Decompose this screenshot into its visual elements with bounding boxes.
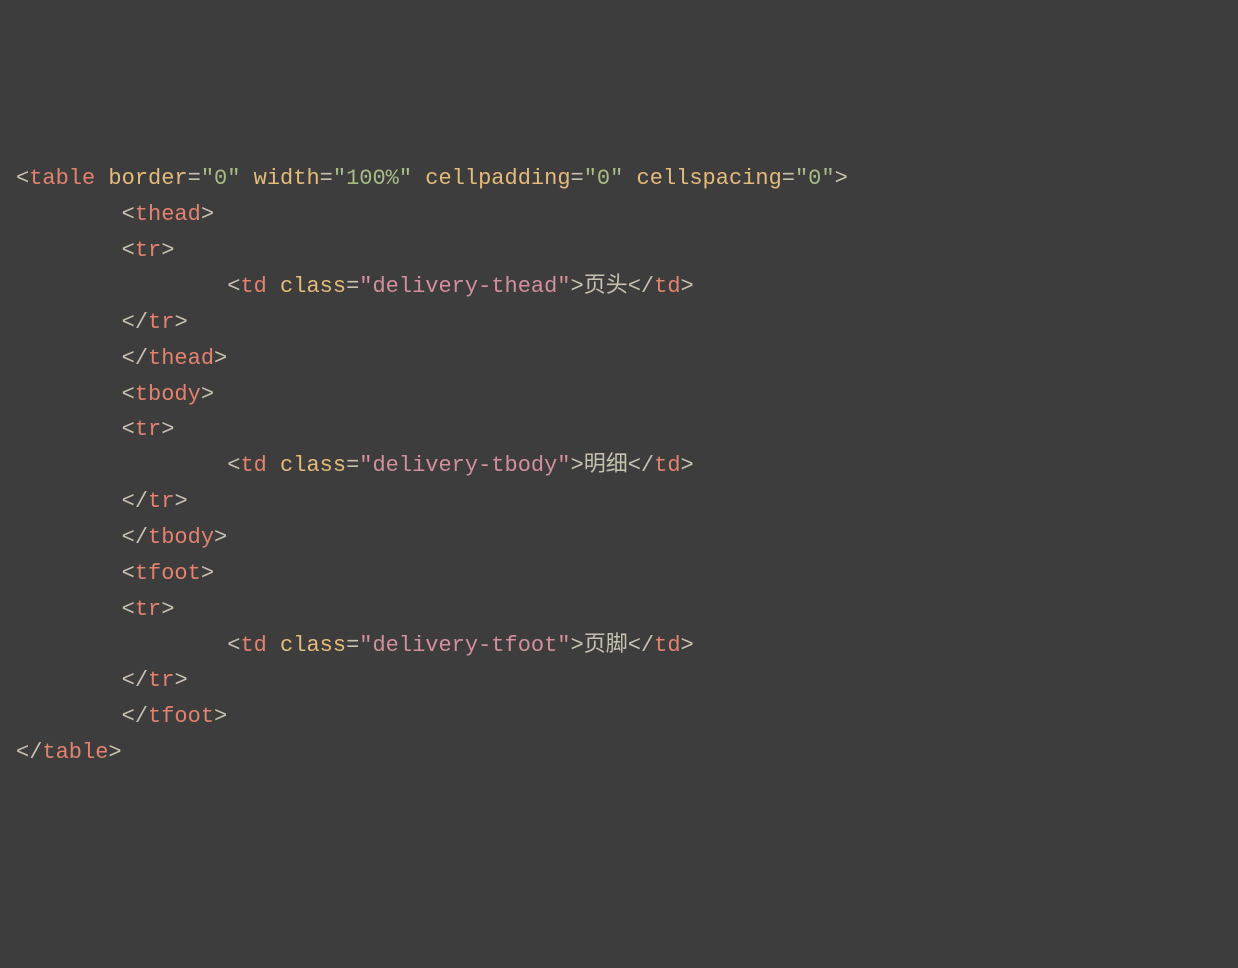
code-token-punct: = bbox=[346, 274, 359, 299]
code-line: <tr> bbox=[16, 592, 1222, 628]
code-token-tag: tfoot bbox=[148, 704, 214, 729]
code-line: <tbody> bbox=[16, 377, 1222, 413]
code-line: </table> bbox=[16, 735, 1222, 771]
code-token-punct: > bbox=[201, 561, 214, 586]
code-token-punct: < bbox=[122, 597, 135, 622]
code-token-punct: </ bbox=[122, 310, 148, 335]
code-token-tag: td bbox=[654, 453, 680, 478]
code-token-class-value: "delivery-thead" bbox=[359, 274, 570, 299]
code-token-tag: tfoot bbox=[135, 561, 201, 586]
code-token-tag: tbody bbox=[135, 382, 201, 407]
code-token-attr-name: class bbox=[280, 274, 346, 299]
code-line: </tr> bbox=[16, 305, 1222, 341]
code-token-punct: < bbox=[122, 238, 135, 263]
code-token-punct: > bbox=[201, 202, 214, 227]
code-line: <tfoot> bbox=[16, 556, 1222, 592]
code-token-punct bbox=[412, 166, 425, 191]
code-line: <tr> bbox=[16, 233, 1222, 269]
code-token-text-content: 明细 bbox=[584, 453, 628, 478]
code-token-tag: table bbox=[29, 166, 95, 191]
code-token-punct: </ bbox=[628, 453, 654, 478]
code-token-punct: = bbox=[782, 166, 795, 191]
code-line: <tr> bbox=[16, 412, 1222, 448]
code-token-punct: > bbox=[835, 166, 848, 191]
code-token-punct: > bbox=[214, 525, 227, 550]
code-token-tag: td bbox=[654, 274, 680, 299]
code-token-punct: </ bbox=[122, 346, 148, 371]
code-line: <thead> bbox=[16, 197, 1222, 233]
code-token-tag: table bbox=[42, 740, 108, 765]
code-token-punct bbox=[623, 166, 636, 191]
code-token-punct: = bbox=[320, 166, 333, 191]
code-token-tag: thead bbox=[148, 346, 214, 371]
code-token-attr-value: "0" bbox=[795, 166, 835, 191]
code-token-tag: tr bbox=[135, 238, 161, 263]
code-token-punct bbox=[95, 166, 108, 191]
code-token-punct: > bbox=[201, 382, 214, 407]
code-token-punct: </ bbox=[122, 668, 148, 693]
code-line: </tr> bbox=[16, 484, 1222, 520]
code-token-text-content: 页头 bbox=[584, 274, 628, 299]
code-token-tag: tr bbox=[135, 417, 161, 442]
code-token-attr-name: cellpadding bbox=[425, 166, 570, 191]
code-token-punct: = bbox=[188, 166, 201, 191]
code-token-punct: </ bbox=[122, 704, 148, 729]
code-token-punct: > bbox=[174, 310, 187, 335]
code-line: <td class="delivery-thead">页头</td> bbox=[16, 269, 1222, 305]
code-token-tag: tr bbox=[148, 489, 174, 514]
code-token-punct: < bbox=[122, 417, 135, 442]
code-token-punct: < bbox=[227, 274, 240, 299]
code-token-tag: thead bbox=[135, 202, 201, 227]
code-token-punct: > bbox=[681, 274, 694, 299]
code-token-tag: tr bbox=[148, 668, 174, 693]
code-token-class-value: "delivery-tbody" bbox=[359, 453, 570, 478]
code-token-punct: > bbox=[214, 704, 227, 729]
code-token-attr-value: "100%" bbox=[333, 166, 412, 191]
code-token-tag: tbody bbox=[148, 525, 214, 550]
code-token-punct: </ bbox=[122, 525, 148, 550]
code-token-attr-name: class bbox=[280, 453, 346, 478]
code-token-punct: < bbox=[122, 382, 135, 407]
code-token-tag: td bbox=[240, 453, 266, 478]
code-token-punct bbox=[240, 166, 253, 191]
code-token-punct: = bbox=[571, 166, 584, 191]
code-token-punct bbox=[267, 453, 280, 478]
code-token-attr-value: "0" bbox=[201, 166, 241, 191]
code-token-punct: < bbox=[122, 202, 135, 227]
code-line: <td class="delivery-tfoot">页脚</td> bbox=[16, 628, 1222, 664]
code-editor-view: <table border="0" width="100%" cellpaddi… bbox=[16, 161, 1222, 771]
code-token-punct: = bbox=[346, 453, 359, 478]
code-token-tag: tr bbox=[135, 597, 161, 622]
code-token-punct: < bbox=[227, 453, 240, 478]
code-token-punct: > bbox=[571, 274, 584, 299]
code-token-tag: tr bbox=[148, 310, 174, 335]
code-line: </tr> bbox=[16, 663, 1222, 699]
code-token-punct: > bbox=[161, 417, 174, 442]
code-token-punct: </ bbox=[628, 274, 654, 299]
code-line: </thead> bbox=[16, 341, 1222, 377]
code-line: <td class="delivery-tbody">明细</td> bbox=[16, 448, 1222, 484]
code-token-punct: < bbox=[16, 166, 29, 191]
code-token-punct: > bbox=[108, 740, 121, 765]
code-token-punct bbox=[267, 274, 280, 299]
code-token-punct: </ bbox=[16, 740, 42, 765]
code-token-punct: </ bbox=[122, 489, 148, 514]
code-token-punct: > bbox=[214, 346, 227, 371]
code-token-attr-name: cellspacing bbox=[637, 166, 782, 191]
code-token-attr-name: border bbox=[108, 166, 187, 191]
code-line: </tbody> bbox=[16, 520, 1222, 556]
code-line: <table border="0" width="100%" cellpaddi… bbox=[16, 161, 1222, 197]
code-token-punct: > bbox=[161, 238, 174, 263]
code-line: </tfoot> bbox=[16, 699, 1222, 735]
code-token-punct: > bbox=[161, 597, 174, 622]
code-token-punct: > bbox=[174, 668, 187, 693]
code-token-attr-value: "0" bbox=[584, 166, 624, 191]
code-token-tag: td bbox=[240, 274, 266, 299]
code-token-punct: > bbox=[681, 453, 694, 478]
code-token-attr-name: width bbox=[254, 166, 320, 191]
code-token-punct: < bbox=[122, 561, 135, 586]
code-token-punct: > bbox=[174, 489, 187, 514]
code-token-punct: > bbox=[571, 453, 584, 478]
